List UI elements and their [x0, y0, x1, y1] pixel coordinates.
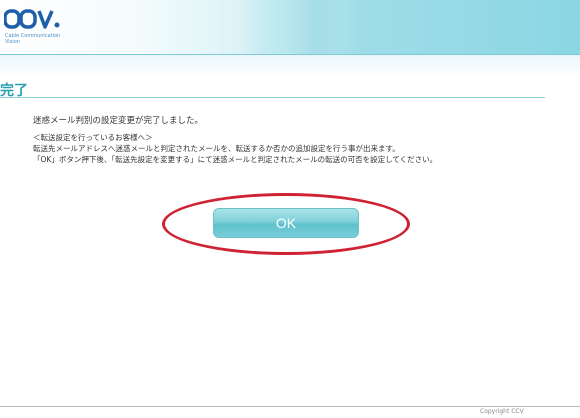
- logo-subtitle: Cable Communication Vision: [5, 33, 61, 45]
- sub-header-bar: [0, 55, 580, 77]
- title-divider: [0, 97, 545, 98]
- header: Cable Communication Vision: [0, 0, 580, 55]
- header-decoration: [240, 0, 350, 54]
- logo-mark: [4, 9, 60, 29]
- footer-divider: [0, 406, 580, 407]
- logo: Cable Communication Vision: [4, 8, 66, 48]
- footer-copyright: Copyright CCV: [480, 408, 524, 415]
- note-line-2: 「OK」ボタン押下後、「転送先設定を変更する」にて迷惑メールと判定されたメールの…: [33, 155, 438, 164]
- completion-message: 迷惑メール判別の設定変更が完了しました。: [33, 116, 204, 126]
- note-heading: ＜転送設定を行っているお客様へ＞: [33, 133, 153, 142]
- note-line-1: 転送先メールアドレスへ迷惑メールと判定されたメールを、転送するか否かの追加設定を…: [33, 144, 400, 153]
- highlight-circle: [162, 193, 410, 255]
